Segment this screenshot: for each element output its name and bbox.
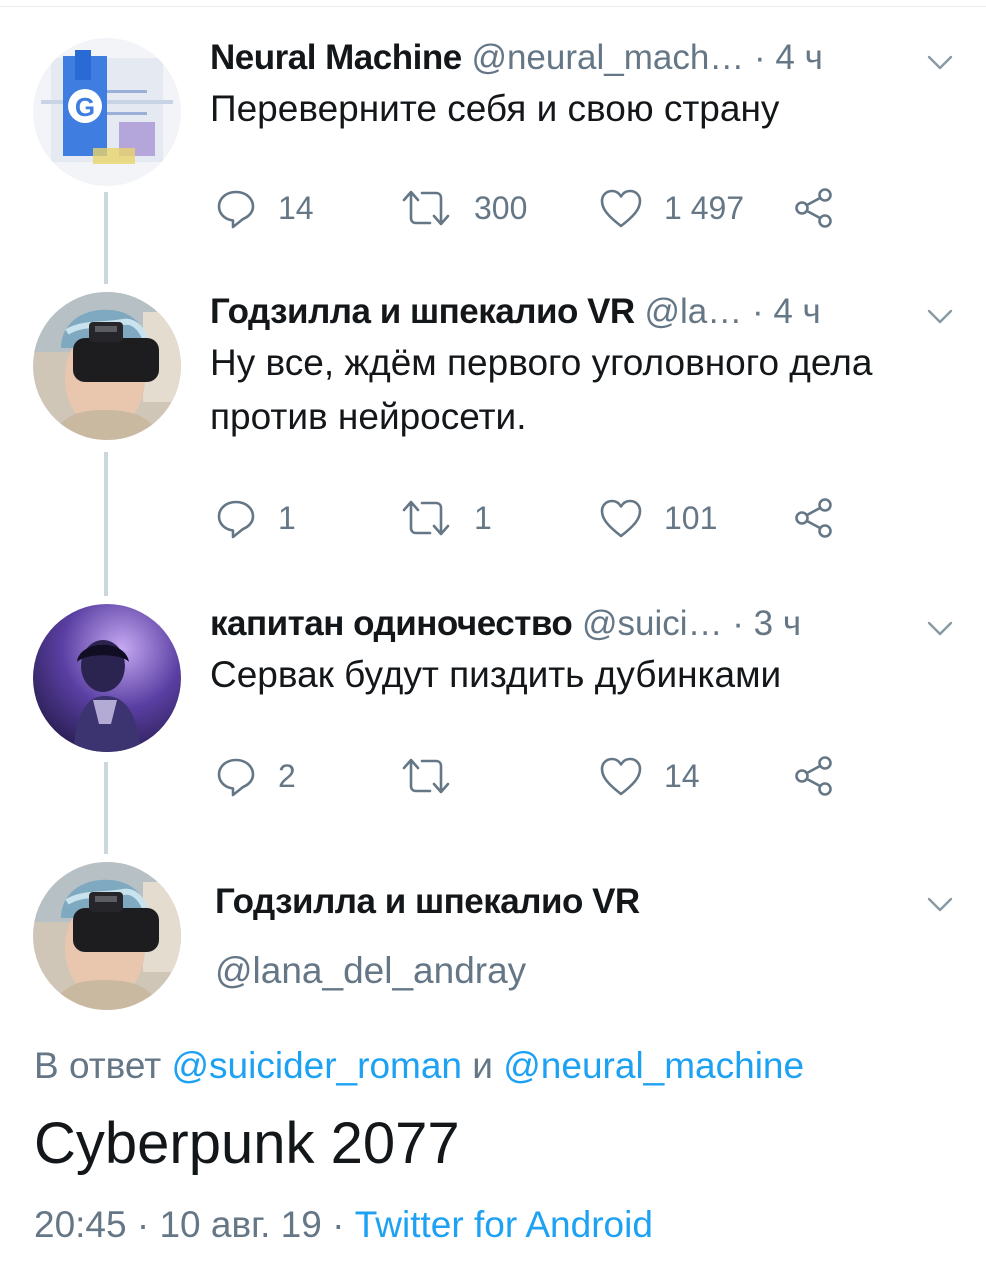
timestamp[interactable]: · 4 ч [752,292,821,331]
main-tweet-text: Cyberpunk 2077 [34,1111,460,1176]
timestamp[interactable]: · 3 ч [732,604,801,643]
share-icon [792,496,836,540]
like-count: 14 [664,757,700,794]
user-handle[interactable]: @lana_del_andray [215,950,526,992]
tweet-text: Ну все, ждём первого уголовного дела про… [210,342,873,437]
chevron-down-icon[interactable] [924,892,956,916]
user-handle[interactable]: @neural_mach… [471,38,744,77]
thread-line [104,762,108,854]
tweet-actions: 2 14 [214,754,854,798]
retweet-icon [398,496,454,540]
user-handle[interactable]: @la… [644,292,742,331]
reply-icon [214,754,258,798]
svg-text:G: G [75,92,95,122]
like-count: 101 [664,499,718,536]
reply-button[interactable]: 2 [214,754,296,798]
like-button[interactable]: 1 497 [598,186,744,230]
chevron-down-icon[interactable] [924,304,956,328]
tweet-meta: 20:45 · 10 авг. 19 · Twitter for Android [34,1204,653,1246]
reply-icon [214,186,258,230]
mention-link[interactable]: @neural_machine [503,1045,804,1086]
share-icon [792,186,836,230]
source-link[interactable]: Twitter for Android [355,1204,653,1245]
tweet-header: капитан одиночество @suici… · 3 ч [210,604,801,654]
mention-link[interactable]: @suicider_roman [172,1045,463,1086]
retweet-button[interactable]: 1 [398,496,492,540]
reply-context: В ответ @suicider_roman и @neural_machin… [34,1045,804,1087]
tweet-header: Neural Machine @neural_mach… · 4 ч [210,38,823,88]
reply-button[interactable]: 14 [214,186,314,230]
reply-icon [214,496,258,540]
user-handle[interactable]: @suici… [582,604,723,643]
chevron-down-icon[interactable] [924,616,956,640]
share-icon [792,754,836,798]
display-name[interactable]: капитан одиночество [210,604,573,643]
tweet-text: Сервак будут пиздить дубинками [210,654,782,695]
retweet-icon [398,754,454,798]
top-divider [0,0,986,7]
thread-line [104,192,108,284]
chevron-down-icon[interactable] [924,50,956,74]
heart-icon [598,754,644,798]
timestamp[interactable]: · 4 ч [754,38,823,77]
reply-button[interactable]: 1 [214,496,296,540]
avatar[interactable] [33,292,181,440]
like-button[interactable]: 14 [598,754,700,798]
tweet-actions: 14 300 1 497 [214,186,854,230]
reply-count: 14 [278,189,314,226]
reply-and: и [472,1045,493,1086]
thread-line [104,452,108,596]
retweet-button[interactable]: 300 [398,186,527,230]
heart-icon [598,186,644,230]
avatar[interactable] [33,604,181,752]
share-button[interactable] [792,754,836,798]
reply-count: 1 [278,499,296,536]
retweet-count: 1 [474,499,492,536]
reply-count: 2 [278,757,296,794]
share-button[interactable] [792,496,836,540]
retweet-count: 300 [474,189,528,226]
retweet-icon [398,186,454,230]
display-name[interactable]: Годзилла и шпекалио VR [215,882,640,922]
like-button[interactable]: 101 [598,496,717,540]
tweet-timestamp: 20:45 · 10 авг. 19 · [34,1204,345,1245]
avatar[interactable] [33,862,181,1010]
tweet-actions: 1 1 101 [214,496,854,540]
display-name[interactable]: Neural Machine [210,38,462,77]
display-name[interactable]: Годзилла и шпекалио VR [210,292,635,331]
avatar[interactable]: G [33,38,181,186]
tweet-text: Переверните себя и свою страну [210,88,780,129]
like-count: 1 497 [664,189,745,226]
share-button[interactable] [792,186,836,230]
heart-icon [598,496,644,540]
retweet-button[interactable] [398,754,474,798]
reply-prefix: В ответ [34,1045,162,1086]
tweet-header: Годзилла и шпекалио VR @la… · 4 ч [210,292,821,342]
